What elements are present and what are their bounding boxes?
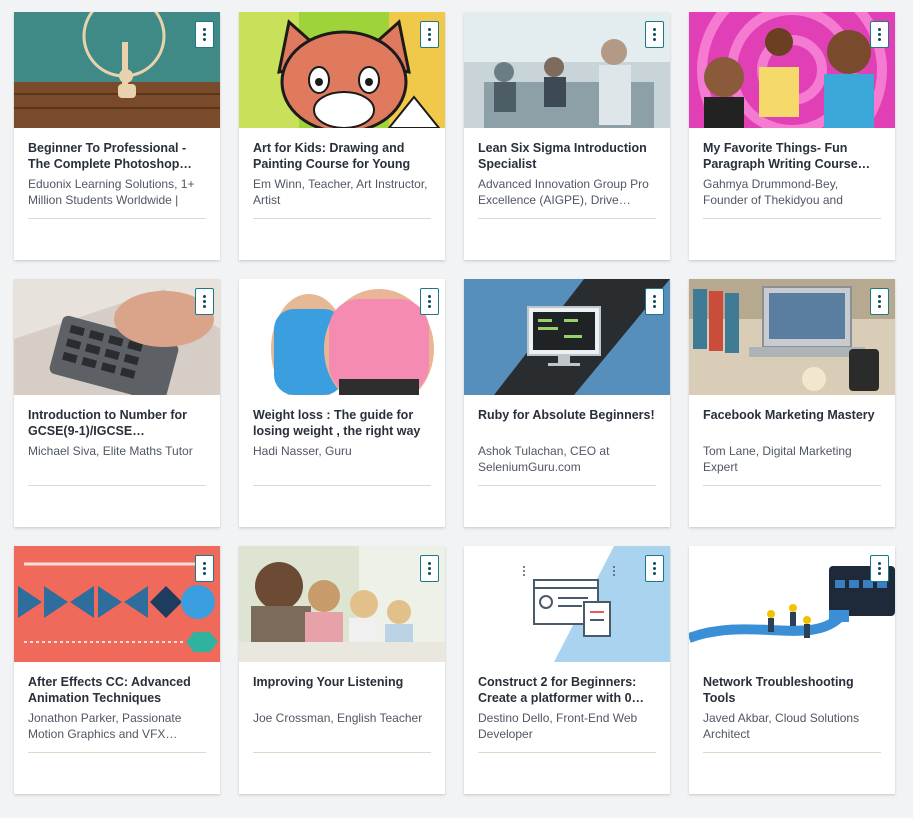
course-card[interactable]: After Effects CC: Advanced Animation Tec… [14, 546, 220, 794]
card-divider [478, 485, 656, 486]
more-vertical-icon [878, 28, 881, 41]
course-title[interactable]: Ruby for Absolute Beginners! [478, 407, 656, 439]
course-author: Tom Lane, Digital Marketing Expert [703, 444, 852, 474]
course-title[interactable]: Beginner To Professional - The Complete … [28, 140, 206, 172]
more-vertical-icon [428, 295, 431, 308]
more-vertical-icon [878, 295, 881, 308]
course-thumbnail[interactable] [464, 279, 670, 395]
course-thumbnail[interactable] [689, 279, 895, 395]
course-options-button[interactable] [645, 21, 664, 48]
card-divider [703, 485, 881, 486]
course-thumbnail[interactable] [14, 546, 220, 662]
more-vertical-icon [653, 295, 656, 308]
course-card[interactable]: Network Troubleshooting Tools Javed Akba… [689, 546, 895, 794]
course-author: Javed Akbar, Cloud Solutions Architect [703, 711, 860, 741]
course-thumbnail[interactable] [239, 279, 445, 395]
course-author: Gahmya Drummond-Bey, Founder of Thekidyo… [703, 177, 843, 207]
more-vertical-icon [428, 562, 431, 575]
course-card[interactable]: Weight loss : The guide for losing weigh… [239, 279, 445, 527]
course-options-button[interactable] [195, 21, 214, 48]
card-divider [28, 485, 206, 486]
course-title[interactable]: Network Troubleshooting Tools [703, 674, 881, 706]
course-thumbnail[interactable] [689, 546, 895, 662]
course-thumbnail[interactable] [239, 12, 445, 128]
course-title[interactable]: Improving Your Listening [253, 674, 431, 706]
course-author: Michael Siva, Elite Maths Tutor [28, 444, 193, 458]
more-vertical-icon [878, 562, 881, 575]
card-divider [478, 218, 656, 219]
course-options-button[interactable] [645, 555, 664, 582]
course-card[interactable]: Introduction to Number for GCSE(9-1)/IGC… [14, 279, 220, 527]
card-divider [703, 752, 881, 753]
course-card[interactable]: My Favorite Things- Fun Paragraph Writin… [689, 12, 895, 260]
course-options-button[interactable] [870, 21, 889, 48]
course-author: Eduonix Learning Solutions, 1+ Million S… [28, 177, 195, 207]
card-divider [28, 218, 206, 219]
course-author: Em Winn, Teacher, Art Instructor, Artist [253, 177, 428, 207]
more-vertical-icon [203, 295, 206, 308]
course-title[interactable]: Facebook Marketing Mastery [703, 407, 881, 439]
card-divider [253, 485, 431, 486]
course-card[interactable]: Construct 2 for Beginners: Create a plat… [464, 546, 670, 794]
course-options-button[interactable] [195, 288, 214, 315]
card-divider [478, 752, 656, 753]
course-title[interactable]: Construct 2 for Beginners: Create a plat… [478, 674, 656, 706]
course-title[interactable]: Lean Six Sigma Introduction Specialist [478, 140, 656, 172]
course-grid: Beginner To Professional - The Complete … [0, 0, 913, 818]
more-vertical-icon [653, 28, 656, 41]
course-author: Advanced Innovation Group Pro Excellence… [478, 177, 649, 207]
course-author: Destino Dello, Front-End Web Developer [478, 711, 638, 741]
course-options-button[interactable] [420, 555, 439, 582]
card-divider [253, 218, 431, 219]
course-thumbnail[interactable] [14, 279, 220, 395]
course-title[interactable]: Introduction to Number for GCSE(9-1)/IGC… [28, 407, 206, 439]
more-vertical-icon [428, 28, 431, 41]
course-options-button[interactable] [645, 288, 664, 315]
course-title[interactable]: Art for Kids: Drawing and Painting Cours… [253, 140, 431, 172]
more-vertical-icon [203, 28, 206, 41]
course-thumbnail[interactable] [464, 12, 670, 128]
card-divider [28, 752, 206, 753]
course-card[interactable]: Art for Kids: Drawing and Painting Cours… [239, 12, 445, 260]
course-thumbnail[interactable] [689, 12, 895, 128]
course-options-button[interactable] [870, 555, 889, 582]
course-title[interactable]: After Effects CC: Advanced Animation Tec… [28, 674, 206, 706]
course-card[interactable]: Facebook Marketing Mastery Tom Lane, Dig… [689, 279, 895, 527]
course-author: Hadi Nasser, Guru [253, 444, 352, 458]
course-thumbnail[interactable] [14, 12, 220, 128]
course-thumbnail[interactable] [464, 546, 670, 662]
course-thumbnail[interactable] [239, 546, 445, 662]
course-options-button[interactable] [420, 288, 439, 315]
card-divider [253, 752, 431, 753]
course-options-button[interactable] [195, 555, 214, 582]
course-author: Ashok Tulachan, CEO at SeleniumGuru.com [478, 444, 610, 474]
course-card[interactable]: Improving Your Listening Joe Crossman, E… [239, 546, 445, 794]
course-options-button[interactable] [870, 288, 889, 315]
course-card[interactable]: Lean Six Sigma Introduction Specialist A… [464, 12, 670, 260]
course-author: Joe Crossman, English Teacher [253, 711, 423, 725]
more-vertical-icon [203, 562, 206, 575]
course-card[interactable]: Beginner To Professional - The Complete … [14, 12, 220, 260]
course-card[interactable]: Ruby for Absolute Beginners! Ashok Tulac… [464, 279, 670, 527]
course-options-button[interactable] [420, 21, 439, 48]
course-title[interactable]: My Favorite Things- Fun Paragraph Writin… [703, 140, 881, 172]
more-vertical-icon [653, 562, 656, 575]
card-divider [703, 218, 881, 219]
course-author: Jonathon Parker, Passionate Motion Graph… [28, 711, 182, 741]
course-title[interactable]: Weight loss : The guide for losing weigh… [253, 407, 431, 439]
